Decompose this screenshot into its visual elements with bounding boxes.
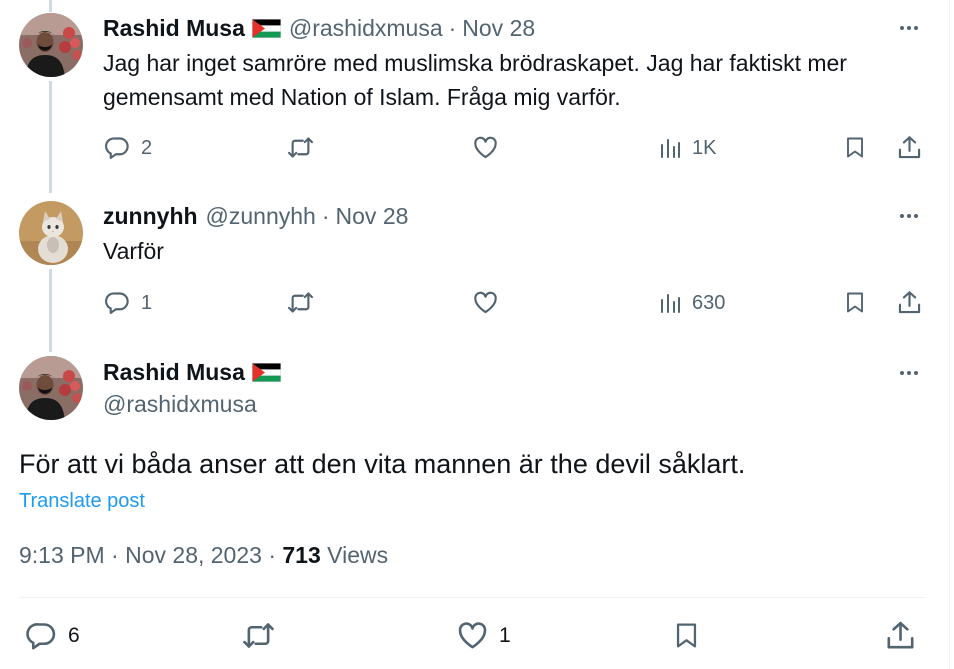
share-icon xyxy=(896,134,923,161)
tweet-meta: 9:13 PM · Nov 28, 2023 · 713 Views xyxy=(19,540,388,570)
translate-post-link[interactable]: Translate post xyxy=(19,488,145,514)
like-icon xyxy=(472,289,499,316)
retweet-button[interactable] xyxy=(286,289,315,316)
tweet-header: Rashid Musa xyxy=(103,358,281,386)
share-button[interactable] xyxy=(896,289,923,316)
display-name[interactable]: Rashid Musa xyxy=(103,14,245,42)
display-name[interactable]: zunnyhh xyxy=(103,202,198,230)
timestamp[interactable]: Nov 28 xyxy=(462,14,535,42)
avatar[interactable] xyxy=(19,356,83,420)
separator: · xyxy=(448,15,457,41)
view-count: 630 xyxy=(692,292,726,314)
thread-connector xyxy=(49,0,52,12)
retweet-icon xyxy=(241,619,276,652)
bookmark-button[interactable] xyxy=(843,289,867,316)
reply-icon xyxy=(104,134,131,161)
tweet-text-line: gemensamt med Nation of Islam. Fråga mig… xyxy=(103,84,621,110)
thread-connector xyxy=(49,269,52,352)
timeline-right-border xyxy=(949,0,950,669)
like-count: 1 xyxy=(499,623,511,647)
reply-count: 2 xyxy=(141,136,153,159)
retweet-button[interactable] xyxy=(286,134,315,161)
view-count: 1K xyxy=(692,137,717,159)
tweet-date[interactable]: Nov 28, 2023 xyxy=(125,542,262,568)
tweet-header: Rashid Musa @rashidxmusa · Nov 28 xyxy=(103,14,535,42)
separator: · xyxy=(321,203,330,229)
separator: · xyxy=(268,542,276,568)
tweet-header: zunnyhh @zunnyhh · Nov 28 xyxy=(103,202,408,230)
tweet-text: Jag har inget samröre med muslimska bröd… xyxy=(103,46,847,114)
reply-icon xyxy=(104,289,131,316)
palestine-flag-icon xyxy=(252,363,281,382)
views-icon xyxy=(658,291,682,315)
share-button[interactable] xyxy=(884,619,917,652)
bookmark-button[interactable] xyxy=(843,134,867,161)
tweet-text: För att vi båda anser att den vita manne… xyxy=(19,449,746,479)
bookmark-icon xyxy=(672,619,701,652)
reply-count: 6 xyxy=(68,623,80,647)
thread-connector xyxy=(49,81,52,193)
reply-button[interactable]: 6 xyxy=(25,619,80,652)
timestamp[interactable]: Nov 28 xyxy=(336,202,409,230)
tweet-text-line: Jag har inget samröre med muslimska bröd… xyxy=(103,50,847,76)
retweet-button[interactable] xyxy=(241,619,276,652)
divider xyxy=(19,597,926,598)
like-icon xyxy=(456,619,489,652)
palestine-flag-icon xyxy=(252,19,281,38)
tweet-time[interactable]: 9:13 PM xyxy=(19,542,105,568)
more-icon[interactable] xyxy=(892,363,926,383)
views-button[interactable]: 630 xyxy=(658,291,725,315)
retweet-icon xyxy=(286,134,315,161)
share-button[interactable] xyxy=(896,134,923,161)
reply-button[interactable]: 2 xyxy=(104,134,152,161)
like-button[interactable]: 1 xyxy=(456,619,511,652)
handle[interactable]: @zunnyhh xyxy=(206,202,316,230)
views-button[interactable]: 1K xyxy=(658,136,716,160)
more-icon[interactable] xyxy=(892,18,926,38)
handle-row: @rashidxmusa xyxy=(103,390,257,418)
like-button[interactable] xyxy=(472,134,499,161)
views-count: 713 xyxy=(282,542,321,568)
reply-icon xyxy=(25,619,58,652)
avatar[interactable] xyxy=(19,201,83,265)
tweet-text: Varför xyxy=(103,238,164,264)
bookmark-icon xyxy=(843,134,867,161)
more-icon[interactable] xyxy=(892,206,926,226)
like-icon xyxy=(472,134,499,161)
handle[interactable]: @rashidxmusa xyxy=(289,14,443,42)
display-name[interactable]: Rashid Musa xyxy=(103,358,245,386)
reply-button[interactable]: 1 xyxy=(104,289,152,316)
views-icon xyxy=(658,136,682,160)
share-icon xyxy=(884,619,917,652)
reply-count: 1 xyxy=(141,291,153,314)
bookmark-icon xyxy=(843,289,867,316)
retweet-icon xyxy=(286,289,315,316)
separator: · xyxy=(111,542,119,568)
views-label: Views xyxy=(327,542,389,568)
like-button[interactable] xyxy=(472,289,499,316)
bookmark-button[interactable] xyxy=(672,619,701,652)
share-icon xyxy=(896,289,923,316)
avatar[interactable] xyxy=(19,13,83,77)
handle[interactable]: @rashidxmusa xyxy=(103,390,257,418)
